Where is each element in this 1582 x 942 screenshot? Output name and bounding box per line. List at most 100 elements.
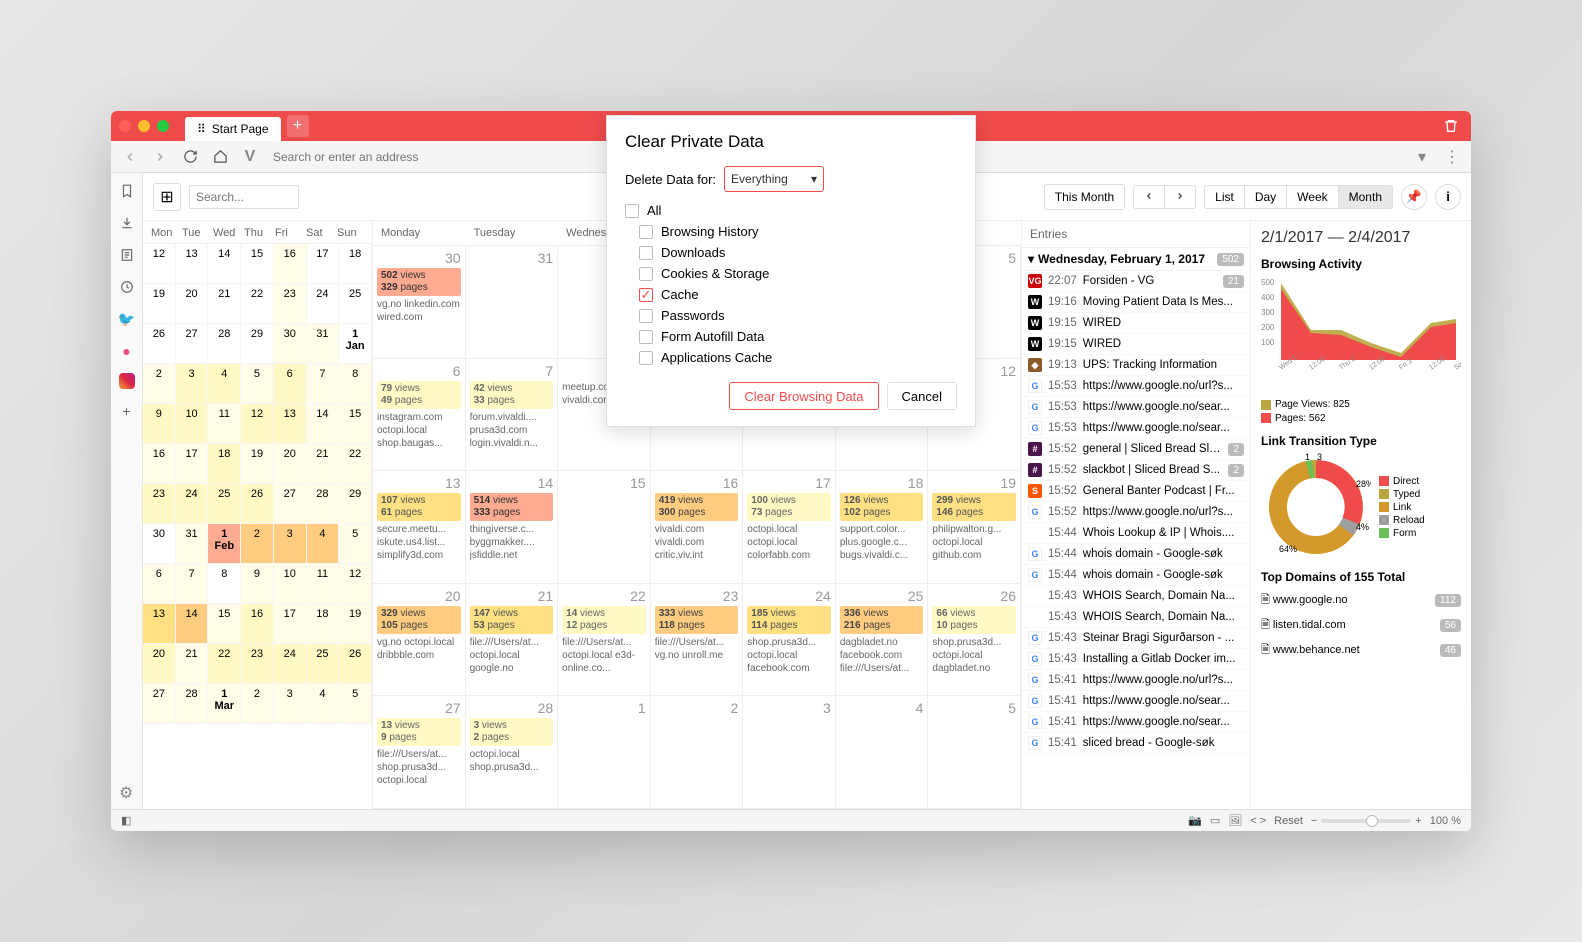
trash-icon[interactable] (1439, 114, 1463, 138)
mini-day-cell[interactable]: 23 (241, 644, 274, 684)
mini-day-cell[interactable]: 9 (143, 404, 176, 444)
checkbox[interactable] (639, 351, 653, 365)
calendar-cell[interactable]: 16419 views300 pagesvivaldi.com vivaldi.… (651, 471, 744, 584)
mini-day-cell[interactable]: 13 (274, 404, 307, 444)
mini-day-cell[interactable]: 2 (241, 524, 274, 564)
notes-icon[interactable] (117, 245, 137, 265)
mini-day-cell[interactable]: 22 (208, 644, 241, 684)
calendar-cell[interactable]: 2666 views10 pagesshop.prusa3d... octopi… (928, 584, 1021, 697)
calendar-cell[interactable]: 19299 views146 pagesphilipwalton.g... oc… (928, 471, 1021, 584)
add-panel-icon[interactable]: + (117, 401, 137, 421)
mini-day-cell[interactable]: 19 (339, 604, 372, 644)
back-button[interactable] (117, 144, 143, 170)
entry-row[interactable]: S15:52General Banter Podcast | Fr... (1022, 481, 1250, 502)
prev-button[interactable] (1134, 186, 1165, 208)
entry-row[interactable]: G15:41https://www.google.no/sear... (1022, 712, 1250, 733)
mini-day-cell[interactable]: 20 (274, 444, 307, 484)
top-domain-row[interactable]: 🗎 www.behance.net46 (1261, 638, 1461, 663)
mini-day-cell[interactable]: 14 (208, 244, 241, 284)
zoom-in-button[interactable]: + (1411, 815, 1425, 827)
calendar-cell[interactable]: 23333 views118 pagesfile:///Users/at... … (651, 584, 744, 697)
calendar-cell[interactable]: 20329 views105 pagesvg.no octopi.local d… (373, 584, 466, 697)
calendar-cell[interactable]: 13107 views61 pagessecure.meetu... iskut… (373, 471, 466, 584)
mini-day-cell[interactable]: 13 (143, 604, 176, 644)
view-month[interactable]: Month (1339, 186, 1392, 208)
close-window-button[interactable] (119, 120, 131, 132)
forward-button[interactable] (147, 144, 173, 170)
mini-day-cell[interactable]: 7 (307, 364, 340, 404)
delete-for-select[interactable]: Everything▾ (724, 166, 824, 192)
calendar-cell[interactable]: 283 views2 pagesoctopi.local shop.prusa3… (466, 696, 559, 809)
mini-day-cell[interactable]: 15 (208, 604, 241, 644)
entry-row[interactable]: G15:43Installing a Gitlab Docker im... (1022, 649, 1250, 670)
mini-day-cell[interactable]: 11 (307, 564, 340, 604)
mini-day-cell[interactable]: 25 (208, 484, 241, 524)
calendar-cell[interactable]: 18126 views102 pagessupport.color... plu… (836, 471, 929, 584)
entry-row[interactable]: G15:41https://www.google.no/url?s... (1022, 670, 1250, 691)
mini-day-cell[interactable]: 14 (176, 604, 209, 644)
mini-day-cell[interactable]: 3 (274, 684, 307, 724)
mini-day-cell[interactable]: 18 (208, 444, 241, 484)
mini-day-cell[interactable]: 12 (143, 244, 176, 284)
calendar-cell[interactable]: 21147 views53 pagesfile:///Users/at... o… (466, 584, 559, 697)
capture-icon[interactable]: 📷 (1184, 814, 1206, 827)
search-input[interactable] (189, 185, 299, 209)
calendar-cell[interactable]: 15 (558, 471, 651, 584)
download-icon[interactable] (117, 213, 137, 233)
mini-day-cell[interactable]: 19 (241, 444, 274, 484)
mini-day-cell[interactable]: 25 (307, 644, 340, 684)
calendar-cell[interactable]: 679 views49 pagesinstagram.com octopi.lo… (373, 359, 466, 472)
more-menu-icon[interactable]: ⋮ (1439, 144, 1465, 170)
tiling-icon[interactable]: ▭ (1206, 814, 1224, 827)
mini-day-cell[interactable]: 17 (307, 244, 340, 284)
mini-day-cell[interactable]: 28 (176, 684, 209, 724)
view-day[interactable]: Day (1245, 186, 1287, 208)
mini-day-cell[interactable]: 29 (339, 484, 372, 524)
minimize-window-button[interactable] (138, 120, 150, 132)
mini-day-cell[interactable]: 2 (143, 364, 176, 404)
mini-day-cell[interactable]: 23 (143, 484, 176, 524)
bookmark-icon[interactable] (117, 181, 137, 201)
calendar-cell[interactable]: 17100 views73 pagesoctopi.local octopi.l… (743, 471, 836, 584)
image-icon[interactable]: 🖼 (1224, 814, 1246, 827)
instagram-icon[interactable] (119, 373, 135, 389)
entry-row[interactable]: G15:53https://www.google.no/sear... (1022, 397, 1250, 418)
mini-day-cell[interactable]: 27 (143, 684, 176, 724)
checkbox[interactable] (639, 267, 653, 281)
mini-day-cell[interactable]: 28 (307, 484, 340, 524)
entry-row[interactable]: G15:53https://www.google.no/sear... (1022, 418, 1250, 439)
checkbox[interactable] (639, 309, 653, 323)
calendar-cell[interactable]: 3 (743, 696, 836, 809)
calendar-cell[interactable]: 2713 views9 pagesfile:///Users/at... sho… (373, 696, 466, 809)
mini-day-cell[interactable]: 1 Jan (339, 324, 372, 364)
mini-day-cell[interactable]: 31 (176, 524, 209, 564)
mini-day-cell[interactable]: 12 (339, 564, 372, 604)
entry-row[interactable]: G15:44whois domain - Google-søk (1022, 544, 1250, 565)
reset-zoom-button[interactable]: Reset (1270, 815, 1307, 827)
mini-day-cell[interactable]: 16 (241, 604, 274, 644)
panel-toggle-icon[interactable]: ◧ (117, 814, 135, 827)
history-icon[interactable] (117, 277, 137, 297)
mini-day-cell[interactable]: 29 (241, 324, 274, 364)
mini-day-cell[interactable]: 4 (208, 364, 241, 404)
mini-day-cell[interactable]: 13 (176, 244, 209, 284)
mini-day-cell[interactable]: 5 (339, 524, 372, 564)
reload-button[interactable] (177, 144, 203, 170)
mini-day-cell[interactable]: 17 (274, 604, 307, 644)
cancel-button[interactable]: Cancel (887, 382, 957, 410)
mini-day-cell[interactable]: 18 (307, 604, 340, 644)
entry-row[interactable]: G15:44whois domain - Google-søk (1022, 565, 1250, 586)
entry-row[interactable]: W15:43WHOIS Search, Domain Na... (1022, 607, 1250, 628)
mini-day-cell[interactable]: 28 (208, 324, 241, 364)
mini-day-cell[interactable]: 8 (208, 564, 241, 604)
mini-day-cell[interactable]: 19 (143, 284, 176, 324)
mini-day-cell[interactable]: 24 (307, 284, 340, 324)
twitter-icon[interactable]: 🐦 (117, 309, 137, 329)
mini-day-cell[interactable]: 6 (143, 564, 176, 604)
mini-day-cell[interactable]: 21 (208, 284, 241, 324)
mini-day-cell[interactable]: 17 (176, 444, 209, 484)
dribbble-icon[interactable]: ● (117, 341, 137, 361)
calendar-cell[interactable]: 24185 views114 pagesshop.prusa3d... octo… (743, 584, 836, 697)
calendar-cell[interactable]: 2 (651, 696, 744, 809)
mini-day-cell[interactable]: 18 (339, 244, 372, 284)
